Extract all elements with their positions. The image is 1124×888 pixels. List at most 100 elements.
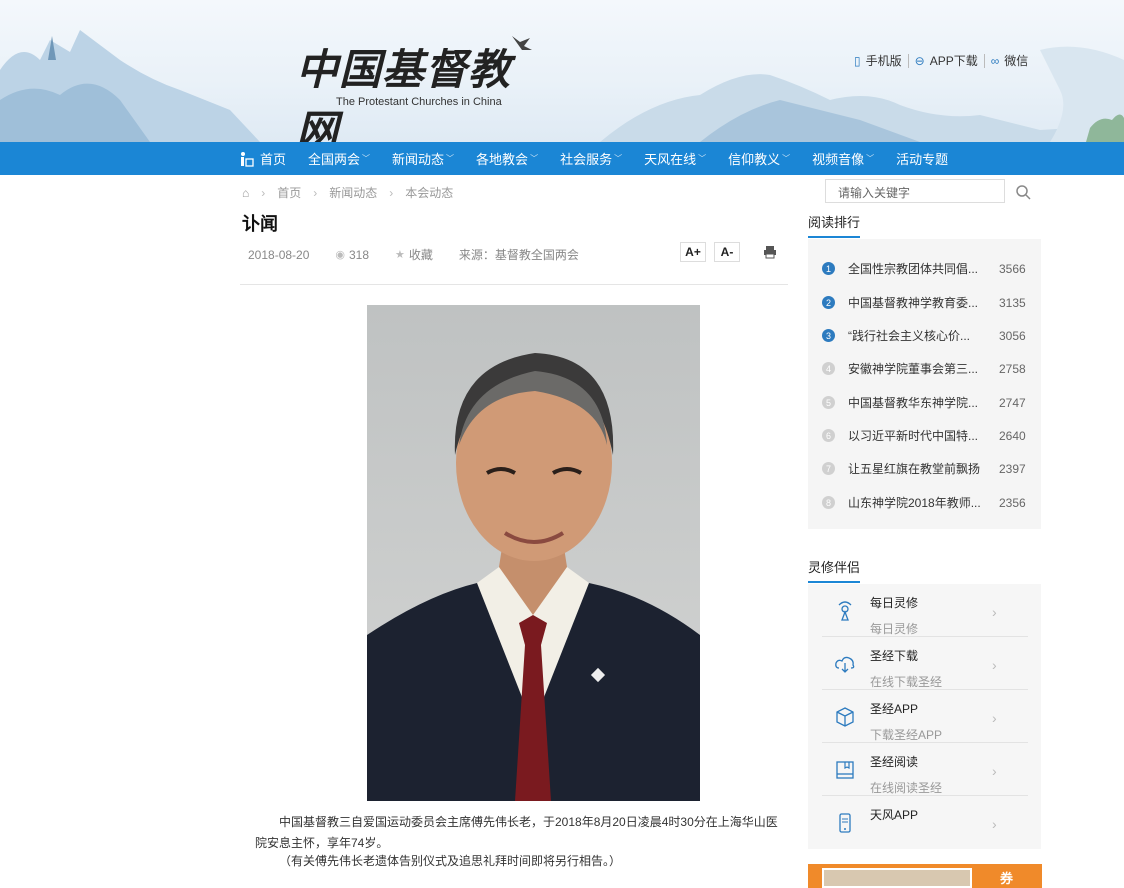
ad-banner[interactable]: 券: [808, 864, 1042, 888]
rank-title: 中国基督教华东神学院...: [848, 396, 979, 410]
nav-label: 全国两会: [308, 152, 361, 167]
search-button[interactable]: [1006, 181, 1040, 203]
chevron-right-icon: ›: [992, 657, 997, 673]
nav-label: 视频音像: [812, 152, 865, 167]
ad-thumbnail: [822, 868, 972, 888]
ranking-item[interactable]: 4 安徽神学院董事会第三... 2758: [822, 360, 1032, 377]
rank-number: 3: [822, 329, 835, 342]
ad-label: 券: [1000, 871, 1014, 886]
nav-home-label: 首页: [260, 152, 287, 167]
wechat-icon: ∞: [990, 53, 1000, 68]
spiritual-item[interactable]: 圣经阅读 在线阅读圣经 ›: [822, 743, 1028, 796]
spiritual-item-title: 天风APP: [870, 808, 919, 822]
spiritual-item[interactable]: 圣经APP 下载圣经APP ›: [822, 690, 1028, 743]
breadcrumb-home[interactable]: 首页: [277, 184, 301, 201]
chevron-right-icon: ›: [313, 185, 318, 200]
nav-label: 新闻动态: [392, 152, 445, 167]
view-count: ◉ 318: [335, 248, 369, 262]
spiritual-item-subtitle: 在线下载圣经: [870, 675, 943, 689]
article-photo: [367, 305, 700, 801]
rank-count: 3566: [999, 261, 1026, 276]
rank-number: 8: [822, 496, 835, 509]
star-icon: ★: [395, 249, 405, 261]
ranking-list: [808, 239, 1041, 529]
ranking-item[interactable]: 7 让五星红旗在教堂前飘扬 2397: [822, 460, 1032, 477]
spiritual-item-subtitle: 下载圣经APP: [870, 728, 943, 742]
spiritual-title: 灵修伴侣: [808, 557, 861, 583]
article-title: 讣闻: [242, 214, 278, 234]
nav-local-churches[interactable]: 各地教会 ﹀: [476, 149, 538, 168]
print-icon[interactable]: [763, 245, 777, 259]
ranking-item[interactable]: 8 山东神学院2018年教师... 2356: [822, 494, 1032, 511]
spiritual-item[interactable]: 天风APP ›: [822, 796, 1028, 849]
chevron-right-icon: ›: [992, 604, 997, 620]
app-download-link[interactable]: ⊖ APP下载: [909, 52, 984, 69]
favorite-button[interactable]: ★ 收藏: [395, 246, 433, 263]
mobile-label: 手机版: [865, 54, 902, 68]
home-icon: [241, 151, 254, 167]
divider: [240, 284, 788, 285]
rank-number: 2: [822, 296, 835, 309]
rank-number: 5: [822, 396, 835, 409]
chevron-right-icon: ›: [389, 185, 394, 200]
favorite-label: 收藏: [408, 248, 433, 262]
download-cloud-icon: [835, 656, 855, 673]
chevron-right-icon: ›: [261, 185, 266, 200]
nav-social-service[interactable]: 社会服务 ﹀: [560, 149, 622, 168]
nav-label: 信仰教义: [728, 152, 781, 167]
nav-home[interactable]: 首页: [240, 149, 286, 168]
font-increase-button[interactable]: A+: [680, 242, 706, 262]
rank-count: 3135: [999, 295, 1026, 310]
mobile-link[interactable]: ▯ 手机版: [848, 52, 908, 69]
chevron-down-icon: ﹀: [782, 154, 791, 163]
wechat-link[interactable]: ∞ 微信: [985, 52, 1035, 69]
rank-title: 安徽神学院董事会第三...: [848, 362, 979, 376]
nav-news[interactable]: 新闻动态 ﹀: [392, 149, 454, 168]
rank-count: 2758: [999, 361, 1026, 376]
nav-tianfeng[interactable]: 天风在线 ﹀: [644, 149, 706, 168]
spiritual-item[interactable]: 圣经下载 在线下载圣经 ›: [822, 637, 1028, 690]
ranking-item[interactable]: 6 以习近平新时代中国特... 2640: [822, 427, 1032, 444]
portrait-illustration: [367, 305, 700, 801]
search-input[interactable]: 请输入关键字: [825, 179, 1005, 203]
rank-title: 山东神学院2018年教师...: [848, 496, 981, 510]
ranking-item[interactable]: 1 全国性宗教团体共同倡... 3566: [822, 260, 1032, 277]
app-download-label: APP下载: [929, 54, 978, 68]
breadcrumb-current[interactable]: 本会动态: [405, 184, 453, 201]
nav-faith[interactable]: 信仰教义 ﹀: [728, 149, 790, 168]
nav-label: 各地教会: [476, 152, 529, 167]
ranking-item[interactable]: 5 中国基督教华东神学院... 2747: [822, 394, 1032, 411]
spiritual-item[interactable]: 每日灵修 每日灵修 ›: [822, 584, 1028, 637]
rank-count: 2397: [999, 461, 1026, 476]
nav-video[interactable]: 视频音像 ﹀: [812, 149, 874, 168]
logo-english: The Protestant Churches in China: [336, 96, 502, 108]
site-logo[interactable]: 中国基督教网 The Protestant Churches in China: [296, 36, 546, 142]
chevron-down-icon: ﹀: [362, 154, 371, 163]
ranking-item[interactable]: 3 “践行社会主义核心价... 3056: [822, 327, 1032, 344]
chevron-down-icon: ﹀: [614, 154, 623, 163]
chevron-down-icon: ﹀: [446, 154, 455, 163]
chevron-right-icon: ›: [992, 816, 997, 832]
nav-national[interactable]: 全国两会 ﹀: [308, 149, 370, 168]
daily-devotion-icon: [838, 601, 852, 621]
ranking-item[interactable]: 2 中国基督教神学教育委... 3135: [822, 294, 1032, 311]
breadcrumb: ⌂ › 首页 › 新闻动态 › 本会动态: [242, 184, 465, 201]
book-icon: [836, 761, 854, 779]
article-date: 2018-08-20: [248, 247, 310, 262]
chevron-right-icon: ›: [992, 763, 997, 779]
spiritual-item-title: 圣经下载: [870, 649, 919, 663]
article-paragraph: 中国基督教三自爱国运动委员会主席傅先伟长老，于2018年8月20日凌晨4时30分…: [255, 815, 778, 850]
rank-count: 3056: [999, 328, 1026, 343]
font-decrease-button[interactable]: A-: [714, 242, 740, 262]
rank-title: 以习近平新时代中国特...: [848, 429, 979, 443]
ranking-title: 阅读排行: [808, 212, 861, 238]
view-count-value: 318: [349, 247, 370, 262]
article-source: 来源：基督教全国两会: [458, 248, 579, 262]
site-header: 中国基督教网 The Protestant Churches in China …: [0, 0, 1124, 142]
breadcrumb-news[interactable]: 新闻动态: [329, 184, 377, 201]
home-icon[interactable]: ⌂: [242, 186, 249, 200]
nav-events[interactable]: 活动专题: [896, 149, 948, 168]
top-links: ▯ 手机版 ⊖ APP下载 ∞ 微信: [848, 52, 1034, 69]
rank-title: 中国基督教神学教育委...: [848, 296, 979, 310]
nav-label: 天风在线: [644, 152, 697, 167]
